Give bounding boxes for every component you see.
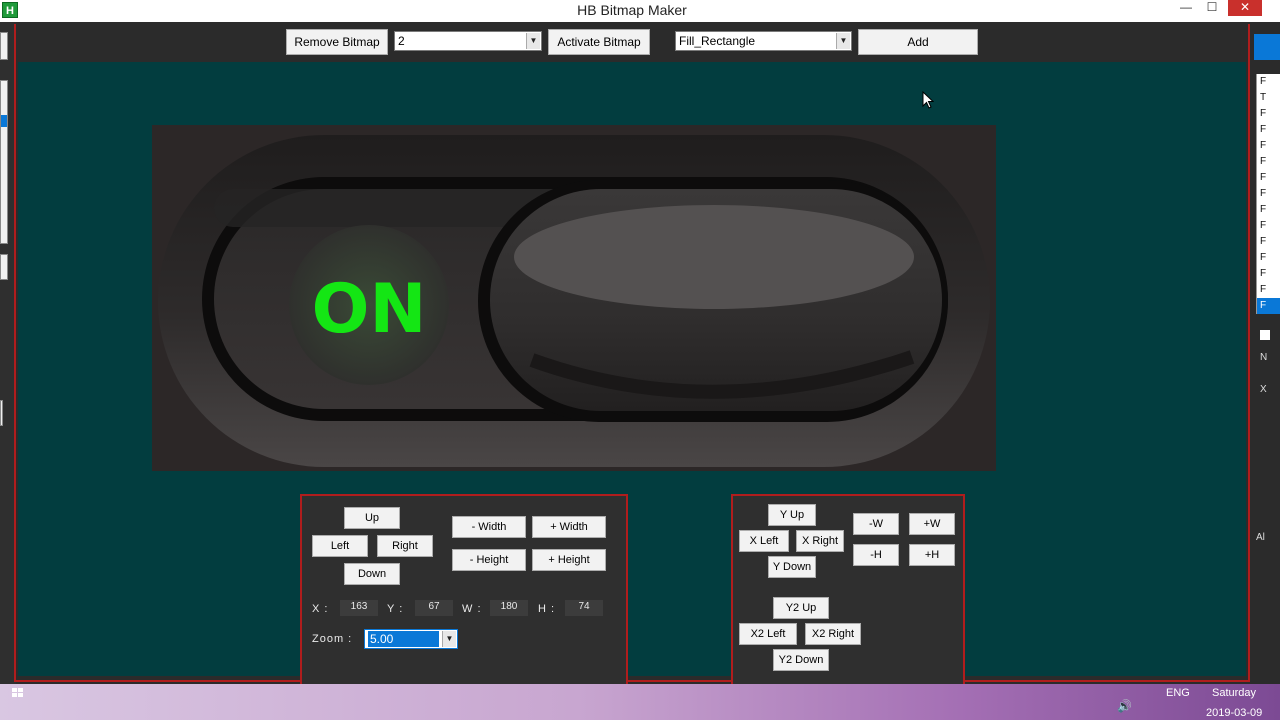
w-value: 180 — [490, 600, 528, 616]
shape-list-item[interactable]: F — [1257, 282, 1280, 298]
h-value: 74 — [565, 600, 603, 616]
shape-list-item[interactable]: F — [1257, 106, 1280, 122]
bitmap-index-select[interactable]: 2 ▼ — [394, 31, 542, 51]
x2-right-button[interactable]: X2 Right — [805, 623, 861, 645]
x2-left-button[interactable]: X2 Left — [739, 623, 797, 645]
shape-list-item[interactable]: F — [1257, 186, 1280, 202]
zoom-label: Zoom : — [312, 633, 353, 645]
left-panel-list[interactable] — [0, 80, 8, 244]
position-panel: Up Left Right Down - Width + Width - Hei… — [300, 494, 628, 684]
w-label: W : — [462, 603, 482, 615]
right-panel-header[interactable] — [1254, 34, 1280, 60]
right-button[interactable]: Right — [377, 535, 433, 557]
volume-icon[interactable]: 🔊 — [1117, 699, 1132, 713]
minus-w-button[interactable]: -W — [853, 513, 899, 535]
y-up-button[interactable]: Y Up — [768, 504, 816, 526]
shape-type-value: Fill_Rectangle — [679, 34, 756, 48]
bitmap-preview[interactable]: ON — [152, 125, 996, 471]
toggle-switch-image: ON — [152, 125, 996, 471]
zoom-value: 5.00 — [368, 631, 440, 647]
right-label-x: X — [1260, 384, 1267, 395]
shape-edit-panel: Y Up X Left X Right Y Down -W +W -H +H Y… — [731, 494, 965, 684]
shape-list-item[interactable]: F — [1257, 202, 1280, 218]
shape-list-item[interactable]: F — [1257, 138, 1280, 154]
close-button[interactable]: ✕ — [1228, 0, 1262, 16]
y-down-button[interactable]: Y Down — [768, 556, 816, 578]
chevron-down-icon[interactable]: ▼ — [526, 33, 540, 49]
maximize-button[interactable]: ☐ — [1198, 0, 1226, 16]
left-panel-control[interactable] — [0, 32, 8, 60]
right-checkbox[interactable] — [1260, 330, 1270, 340]
shape-list-item[interactable]: F — [1257, 266, 1280, 282]
left-panel-edge — [0, 400, 3, 426]
shape-list-item[interactable]: F — [1257, 122, 1280, 138]
shape-list-item[interactable]: T — [1257, 90, 1280, 106]
taskbar: 🔊 ENG Saturday 2019-03-09 — [0, 684, 1280, 720]
window-title: HB Bitmap Maker — [577, 2, 687, 18]
left-panel-button[interactable] — [0, 254, 8, 280]
remove-bitmap-button[interactable]: Remove Bitmap — [286, 29, 388, 55]
chevron-down-icon[interactable]: ▼ — [442, 631, 456, 647]
x-left-button[interactable]: X Left — [739, 530, 789, 552]
right-label-n: N — [1260, 352, 1268, 363]
minimize-button[interactable]: — — [1172, 0, 1200, 16]
y2-up-button[interactable]: Y2 Up — [773, 597, 829, 619]
shape-list-item[interactable]: F — [1257, 154, 1280, 170]
chevron-down-icon[interactable]: ▼ — [836, 33, 850, 49]
x-value: 163 — [340, 600, 378, 616]
windows-start-icon[interactable] — [12, 688, 24, 698]
clock-day[interactable]: Saturday — [1212, 687, 1256, 699]
shape-list-item[interactable]: F — [1257, 218, 1280, 234]
plus-h-button[interactable]: +H — [909, 544, 955, 566]
minus-height-button[interactable]: - Height — [452, 549, 526, 571]
down-button[interactable]: Down — [344, 563, 400, 585]
up-button[interactable]: Up — [344, 507, 400, 529]
left-button[interactable]: Left — [312, 535, 368, 557]
x-right-button[interactable]: X Right — [796, 530, 844, 552]
plus-height-button[interactable]: + Height — [532, 549, 606, 571]
shape-list[interactable]: FTFFFFFFFFFFFFF — [1256, 74, 1280, 314]
switch-on-label: ON — [312, 270, 427, 349]
h-label: H : — [538, 603, 556, 615]
shape-list-item[interactable]: F — [1257, 250, 1280, 266]
x-label: X : — [312, 603, 329, 615]
plus-w-button[interactable]: +W — [909, 513, 955, 535]
shape-list-item[interactable]: F — [1257, 74, 1280, 90]
add-button[interactable]: Add — [858, 29, 978, 55]
minus-width-button[interactable]: - Width — [452, 516, 526, 538]
right-label-al: Al — [1256, 532, 1265, 543]
plus-width-button[interactable]: + Width — [532, 516, 606, 538]
title-bar: H HB Bitmap Maker — ☐ ✕ — [0, 0, 1280, 22]
zoom-select[interactable]: 5.00 ▼ — [364, 629, 458, 649]
y-label: Y : — [387, 603, 404, 615]
bitmap-index-value: 2 — [398, 34, 405, 48]
activate-bitmap-button[interactable]: Activate Bitmap — [548, 29, 650, 55]
shape-list-item[interactable]: F — [1257, 234, 1280, 250]
y2-down-button[interactable]: Y2 Down — [773, 649, 829, 671]
left-list-selection — [1, 115, 7, 127]
minus-h-button[interactable]: -H — [853, 544, 899, 566]
shape-type-select[interactable]: Fill_Rectangle ▼ — [675, 31, 852, 51]
clock-date[interactable]: 2019-03-09 — [1206, 707, 1262, 719]
shape-list-item[interactable]: F — [1257, 170, 1280, 186]
shape-list-item[interactable]: F — [1257, 298, 1280, 314]
y-value: 67 — [415, 600, 453, 616]
mouse-cursor-icon — [922, 91, 934, 109]
language-indicator[interactable]: ENG — [1166, 687, 1190, 699]
